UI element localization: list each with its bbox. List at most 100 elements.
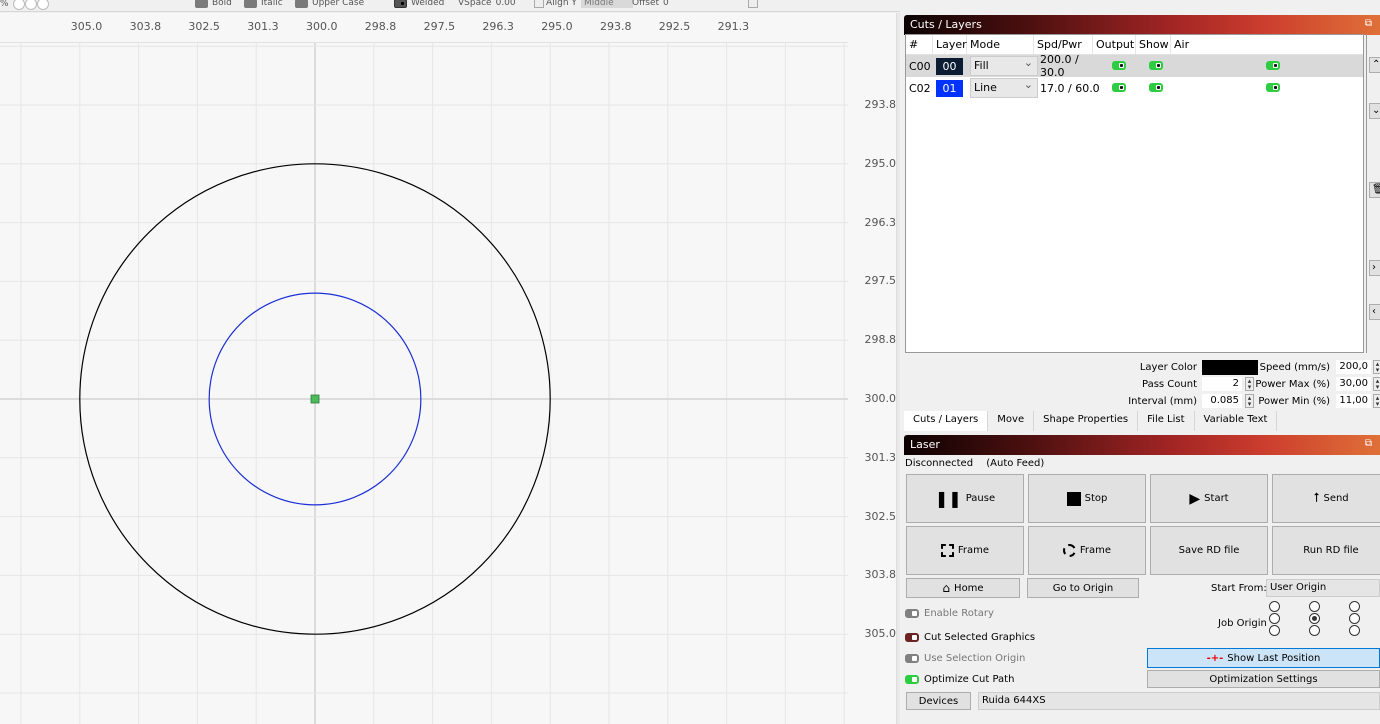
canvas-drawing[interactable] xyxy=(0,13,900,724)
laser-titlebar[interactable]: Laser ⧉ xyxy=(904,435,1380,455)
move-layer-down-button[interactable]: ⌄ xyxy=(1369,103,1380,119)
power-min-input[interactable]: 11,00 xyxy=(1336,394,1371,408)
vspace-spinner[interactable] xyxy=(533,0,544,8)
float-window-icon[interactable]: ⧉ xyxy=(1365,18,1372,29)
output-toggle[interactable] xyxy=(1112,82,1126,92)
collapse-left-button[interactable]: ‹ xyxy=(1369,304,1380,320)
tab-move[interactable]: Move xyxy=(988,411,1035,431)
row-id: C00 xyxy=(909,59,931,73)
tab-cuts-layers[interactable]: Cuts / Layers xyxy=(904,411,989,431)
interval-input[interactable]: 0.085 xyxy=(1202,394,1242,408)
job-origin-radio-right[interactable] xyxy=(1349,613,1360,624)
delete-layer-icon[interactable]: 🗑 xyxy=(1369,182,1380,198)
selection-center-marker[interactable] xyxy=(310,394,320,404)
enable-rotary-label: Enable Rotary xyxy=(924,608,994,619)
pass-count-spinner[interactable]: ▴ ▾ xyxy=(1245,377,1254,391)
ruler-tick-label: 305.0 xyxy=(864,627,897,641)
air-toggle[interactable] xyxy=(1266,82,1280,92)
use-selection-origin-toggle[interactable]: Use Selection Origin xyxy=(905,653,1025,664)
tab-shape-properties[interactable]: Shape Properties xyxy=(1034,411,1139,431)
send-label: Send xyxy=(1323,493,1349,504)
pass-count-input[interactable]: 2 xyxy=(1202,377,1242,391)
run-rd-file-button[interactable]: Run RD file xyxy=(1272,526,1380,575)
welded-toggle[interactable]: Welded xyxy=(394,0,444,8)
ruler-tick-label: 300.0 xyxy=(864,392,897,405)
show-toggle[interactable] xyxy=(1149,82,1163,92)
move-layer-up-button[interactable]: ⌃ xyxy=(1369,57,1380,73)
expand-right-button[interactable]: › xyxy=(1369,260,1380,276)
vertical-ruler: 293.8 295.0 296.3 297.5 298.8 300.0 301.3 302.5… xyxy=(848,13,900,724)
start-button[interactable]: ▶ Start xyxy=(1150,474,1268,523)
row-id: C02 xyxy=(909,81,931,95)
layer-swatch[interactable]: 00 xyxy=(936,57,963,75)
power-max-spinner[interactable]: ▴ ▾ xyxy=(1373,377,1380,391)
send-button[interactable]: ⭡ Send xyxy=(1272,474,1380,523)
offset-input[interactable]: 0 xyxy=(663,0,669,8)
bold-toggle[interactable]: Bold xyxy=(195,0,232,8)
upper-case-toggle[interactable]: Upper Case xyxy=(295,0,364,8)
pause-icon: ❚❚ xyxy=(934,489,962,508)
frame-circle-button[interactable]: Frame xyxy=(1028,526,1146,575)
save-rd-file-button[interactable]: Save RD file xyxy=(1150,526,1268,575)
job-origin-radio-bottom-left[interactable] xyxy=(1269,625,1280,636)
pause-label: Pause xyxy=(965,493,996,504)
italic-toggle[interactable]: Italic xyxy=(244,0,283,8)
job-origin-radio-bottom-right[interactable] xyxy=(1349,625,1360,636)
mode-select[interactable]: Line xyxy=(970,76,1038,98)
job-origin-radio-top[interactable] xyxy=(1309,601,1320,612)
job-origin-radio-center[interactable] xyxy=(1309,613,1320,624)
start-from-select[interactable]: User Origin xyxy=(1266,579,1380,597)
layer-properties: Layer Color Pass Count 2 ▴ ▾ Interval (mm… xyxy=(900,357,1380,413)
tab-variable-text[interactable]: Variable Text xyxy=(1194,411,1278,431)
output-toggle[interactable] xyxy=(1112,60,1126,70)
frame-rect-button[interactable]: Frame xyxy=(906,526,1024,575)
go-to-origin-button[interactable]: Go to Origin xyxy=(1027,578,1139,598)
home-button[interactable]: ⌂ Home xyxy=(906,578,1020,598)
toggle-icon xyxy=(295,0,308,8)
pause-button[interactable]: ❚❚ Pause xyxy=(906,474,1024,523)
enable-rotary-toggle[interactable]: Enable Rotary xyxy=(905,608,994,619)
cut-selected-graphics-toggle[interactable]: Cut Selected Graphics xyxy=(905,632,1035,643)
speed-spinner[interactable]: ▴ ▾ xyxy=(1373,360,1380,374)
show-toggle[interactable] xyxy=(1149,60,1163,70)
show-last-position-button[interactable]: -+- Show Last Position xyxy=(1147,648,1380,668)
offset-spinner[interactable] xyxy=(747,0,758,8)
speed-input[interactable]: 200,0 xyxy=(1336,360,1371,374)
optimization-settings-button[interactable]: Optimization Settings xyxy=(1147,670,1380,688)
stop-button[interactable]: Stop xyxy=(1028,474,1146,523)
ruler-tick-label: 295.0 xyxy=(864,156,897,170)
table-row[interactable]: C00 00 Fill 200.0 / 30.0 xyxy=(906,53,1363,79)
ruler-tick-label: 293.8 xyxy=(600,20,632,33)
power-max-input[interactable]: 30,00 xyxy=(1336,377,1371,391)
job-origin-radio-top-right[interactable] xyxy=(1349,601,1360,612)
design-canvas[interactable]: 305.0 303.8 302.5 301.3 300.0 298.8 297.5 296.3… xyxy=(0,13,900,724)
col-air: Air xyxy=(1174,38,1190,51)
job-origin-radio-bottom[interactable] xyxy=(1309,625,1320,636)
layer-color-swatch[interactable] xyxy=(1202,360,1258,375)
layer-color-label: Layer Color xyxy=(1139,362,1197,373)
optimize-cut-path-toggle[interactable]: Optimize Cut Path xyxy=(905,674,1014,685)
device-select[interactable]: Ruida 644XS xyxy=(978,692,1380,710)
power-min-spinner[interactable]: ▴ ▾ xyxy=(1373,394,1380,408)
bold-label: Bold xyxy=(212,0,232,8)
circle-options[interactable] xyxy=(12,0,49,10)
cuts-layers-titlebar[interactable]: Cuts / Layers ⧉ xyxy=(904,15,1380,35)
air-toggle[interactable] xyxy=(1266,60,1280,70)
layer-swatch[interactable]: 01 xyxy=(936,79,963,97)
align-y-select[interactable]: Middle xyxy=(580,0,633,8)
tab-file-list[interactable]: File List xyxy=(1138,411,1195,431)
start-label: Start xyxy=(1204,493,1229,504)
float-window-icon[interactable]: ⧉ xyxy=(1365,438,1372,449)
toggle-icon xyxy=(905,633,919,642)
offset-label: Offset xyxy=(632,0,660,8)
job-origin-radio-left[interactable] xyxy=(1269,613,1280,624)
mode-select[interactable]: Fill xyxy=(970,54,1038,76)
layer-side-buttons: ⌃ ⌄ 🗑 › ‹ xyxy=(1366,34,1380,353)
vspace-input[interactable]: 0.00 xyxy=(496,0,516,8)
job-origin-radio-top-left[interactable] xyxy=(1269,601,1280,612)
interval-spinner[interactable]: ▴ ▾ xyxy=(1245,394,1254,408)
toggle-icon xyxy=(394,0,407,8)
table-row[interactable]: C02 01 Line 17.0 / 60.0 xyxy=(906,76,1363,99)
devices-button[interactable]: Devices xyxy=(906,692,971,710)
toggle-icon xyxy=(905,654,919,663)
